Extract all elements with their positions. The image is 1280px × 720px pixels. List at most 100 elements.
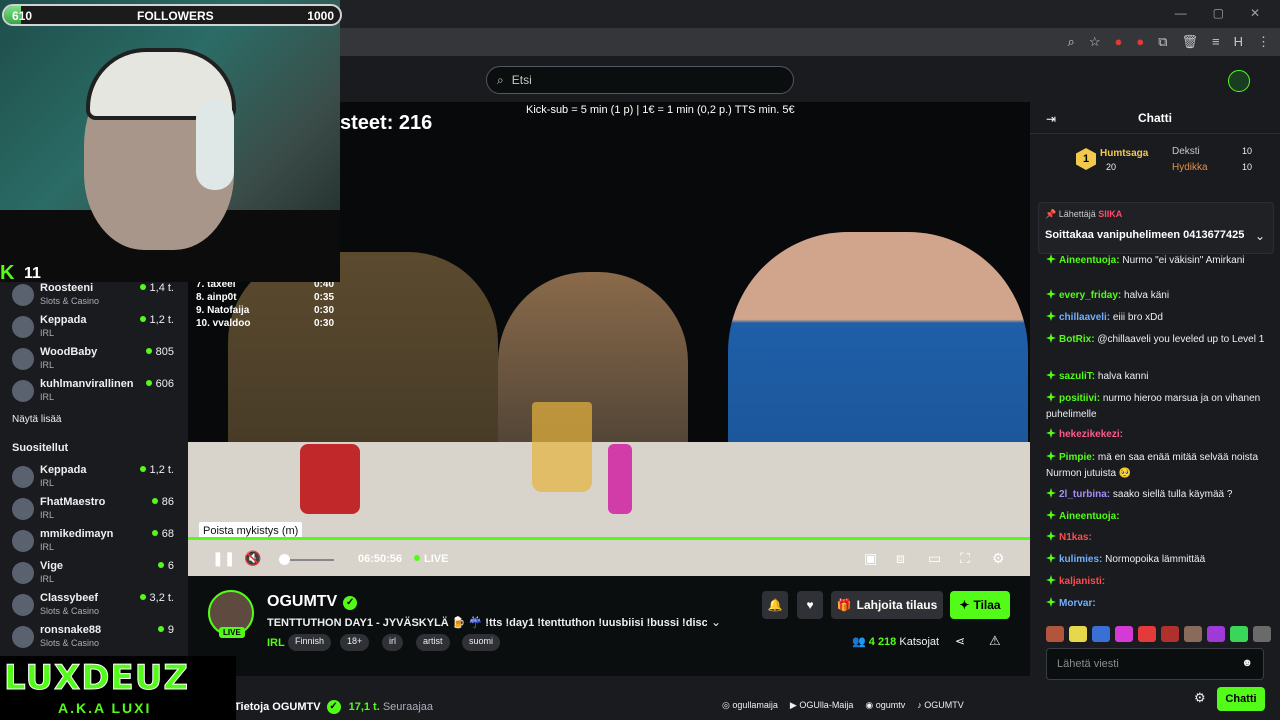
stream-tag[interactable]: irl — [382, 634, 403, 651]
trash-icon[interactable]: 🗑 — [1182, 34, 1199, 50]
emote-icon[interactable] — [1184, 626, 1202, 642]
pause-icon[interactable]: ❚❚ — [212, 550, 235, 567]
emote-icon[interactable] — [1069, 626, 1087, 642]
stream-tag[interactable]: 18+ — [340, 634, 370, 651]
emote-icon[interactable] — [1046, 626, 1064, 642]
sidebar-channel-category: IRL — [40, 360, 55, 370]
media-control-icon[interactable]: ≡ — [1212, 34, 1220, 50]
video-progress-bar[interactable] — [188, 537, 1030, 540]
bookmark-star-icon[interactable]: ☆ — [1089, 34, 1101, 50]
chat-username[interactable]: sazuliT: — [1059, 371, 1095, 382]
search-input[interactable]: ⌕ Etsi — [486, 66, 794, 94]
chat-input-placeholder: Lähetä viesti — [1057, 658, 1119, 670]
gift-sub-button[interactable]: 🎁 Lahjoita tilaus — [831, 591, 943, 619]
chat-username[interactable]: N1kas: — [1059, 532, 1092, 543]
chat-username[interactable]: Aineentuoja: — [1059, 255, 1120, 266]
chat-send-button[interactable]: Chatti — [1217, 687, 1265, 711]
leader-name: Humtsaga — [1100, 148, 1149, 159]
emote-icon[interactable] — [1115, 626, 1133, 642]
video-vape — [608, 444, 632, 514]
discord-label: ogumtv — [875, 700, 906, 710]
theater-mode-icon[interactable]: ▭ — [928, 550, 941, 567]
chat-message: N1kas: — [1046, 530, 1268, 546]
chevron-down-icon[interactable]: ⌄ — [711, 615, 721, 629]
sidebar-channel[interactable]: Roosteeni Slots & Casino 1,4 t. — [12, 282, 180, 312]
stream-tag[interactable]: artist — [416, 634, 450, 651]
sidebar-channel-viewers: 3,2 t. — [140, 592, 174, 604]
extensions-puzzle-icon[interactable]: ⧉ — [1158, 34, 1167, 50]
emote-icon[interactable] — [1207, 626, 1225, 642]
sidebar-channel[interactable]: Keppada IRL 1,2 t. — [12, 314, 180, 344]
sidebar-channel[interactable]: WoodBaby IRL 805 — [12, 346, 180, 376]
chat-username[interactable]: kulimies: — [1059, 554, 1102, 565]
report-warning-icon[interactable]: ⚠ — [989, 633, 1001, 649]
emote-icon[interactable] — [1230, 626, 1248, 642]
picture-in-picture-icon[interactable]: ▣ — [864, 550, 877, 567]
sidebar-channel[interactable]: Vige IRL 6 — [12, 560, 180, 590]
extension-icon[interactable]: ● — [1114, 34, 1122, 50]
chat-username[interactable]: kaljanisti: — [1059, 576, 1105, 587]
leaderboard-time: 0:30 — [313, 318, 334, 329]
share-icon[interactable]: ⋖ — [955, 634, 965, 648]
extension-icon[interactable]: ● — [1136, 34, 1144, 50]
notification-bell-button[interactable]: 🔔 — [762, 591, 788, 619]
minimize-icon[interactable]: — — [1175, 6, 1187, 20]
chat-username[interactable]: 2l_turbina: — [1059, 489, 1110, 500]
emote-icon[interactable] — [1161, 626, 1179, 642]
browser-menu-icon[interactable]: ⋮ — [1257, 34, 1270, 50]
channel-name[interactable]: OGUMTV ✓ — [267, 593, 358, 611]
chat-username[interactable]: Pimpie: — [1059, 452, 1095, 463]
fullscreen-icon[interactable]: ⛶ — [960, 550, 970, 567]
emote-icon[interactable] — [1138, 626, 1156, 642]
follow-button[interactable]: ♥ — [797, 591, 823, 619]
sidebar-channel[interactable]: kuhlmanvirallinen IRL 606 — [12, 378, 180, 408]
chat-message: every_friday: halva käni — [1046, 288, 1268, 304]
close-icon[interactable]: ✕ — [1250, 6, 1260, 20]
emote-icon[interactable] — [1253, 626, 1271, 642]
clip-icon[interactable]: ⧈ — [896, 550, 905, 567]
chat-settings-icon[interactable]: ⚙ — [1194, 690, 1206, 706]
sidebar-channel[interactable]: FhatMaestro IRL 86 — [12, 496, 180, 526]
chat-username[interactable]: BotRix: — [1059, 334, 1095, 345]
chat-username[interactable]: hekezikekezi: — [1059, 429, 1123, 440]
avatar — [12, 626, 34, 648]
stream-tag[interactable]: Finnish — [288, 634, 332, 651]
user-avatar[interactable] — [1228, 70, 1250, 92]
about-title: Tietoja OGUMTV ✓ 17,1 t. Seuraajaa — [234, 700, 433, 714]
pinned-message[interactable]: 📌 Lähettäjä SIIKA Soittakaa vanipuhelime… — [1038, 202, 1274, 254]
volume-slider[interactable] — [284, 559, 334, 561]
mute-icon[interactable]: 🔇 — [244, 550, 261, 567]
discord-link[interactable]: ◉ ogumtv — [865, 700, 905, 711]
sidebar-channel[interactable]: Classybeef Slots & Casino 3,2 t. — [12, 592, 180, 622]
sidebar-channel[interactable]: ronsnake88 Slots & Casino 9 — [12, 624, 180, 654]
stream-tag[interactable]: suomi — [462, 634, 501, 651]
volume-slider-knob[interactable] — [279, 554, 290, 565]
leaderboard-row: 8. ainp0t 0:35 — [196, 291, 334, 304]
badge-icon — [1046, 428, 1056, 438]
collapse-chat-icon[interactable]: ⇥ — [1046, 112, 1056, 126]
tiktok-link[interactable]: ♪ OGUMTV — [917, 700, 964, 711]
instagram-link[interactable]: ◎ ogullamaija — [722, 700, 778, 711]
chat-input[interactable]: Lähetä viesti ☻ — [1046, 648, 1264, 680]
sidebar-channel-category: IRL — [40, 478, 55, 488]
sidebar-channel[interactable]: Keppada IRL 1,2 t. — [12, 464, 180, 494]
show-more-link[interactable]: Näytä lisää — [12, 414, 61, 425]
zoom-icon[interactable]: ⌕ — [1068, 34, 1075, 50]
channel-name-text[interactable]: OGUMTV — [267, 593, 337, 610]
chat-username[interactable]: Morvar: — [1059, 598, 1096, 609]
youtube-link[interactable]: ▶ OGUlla-Maija — [790, 700, 853, 711]
chat-username[interactable]: chillaaveli: — [1059, 312, 1110, 323]
chat-username[interactable]: Aineentuoja: — [1059, 511, 1120, 522]
chat-username[interactable]: every_friday: — [1059, 290, 1121, 301]
sidebar-channel[interactable]: mmikedimayn IRL 68 — [12, 528, 180, 558]
chat-username[interactable]: positiivi: — [1059, 393, 1100, 404]
chevron-down-icon[interactable]: ⌄ — [1255, 229, 1265, 243]
maximize-icon[interactable]: ▢ — [1213, 6, 1224, 20]
profile-avatar-icon[interactable]: H — [1234, 34, 1243, 50]
emote-icon[interactable] — [1092, 626, 1110, 642]
sub-info-overlay: Kick-sub = 5 min (1 p) | 1€ = 1 min (0,2… — [526, 104, 795, 116]
stream-category[interactable]: IRL — [267, 637, 285, 649]
emoji-picker-icon[interactable]: ☻ — [1241, 657, 1253, 669]
subscribe-button[interactable]: ✦ Tilaa — [950, 591, 1010, 619]
settings-gear-icon[interactable]: ⚙ — [992, 550, 1005, 567]
